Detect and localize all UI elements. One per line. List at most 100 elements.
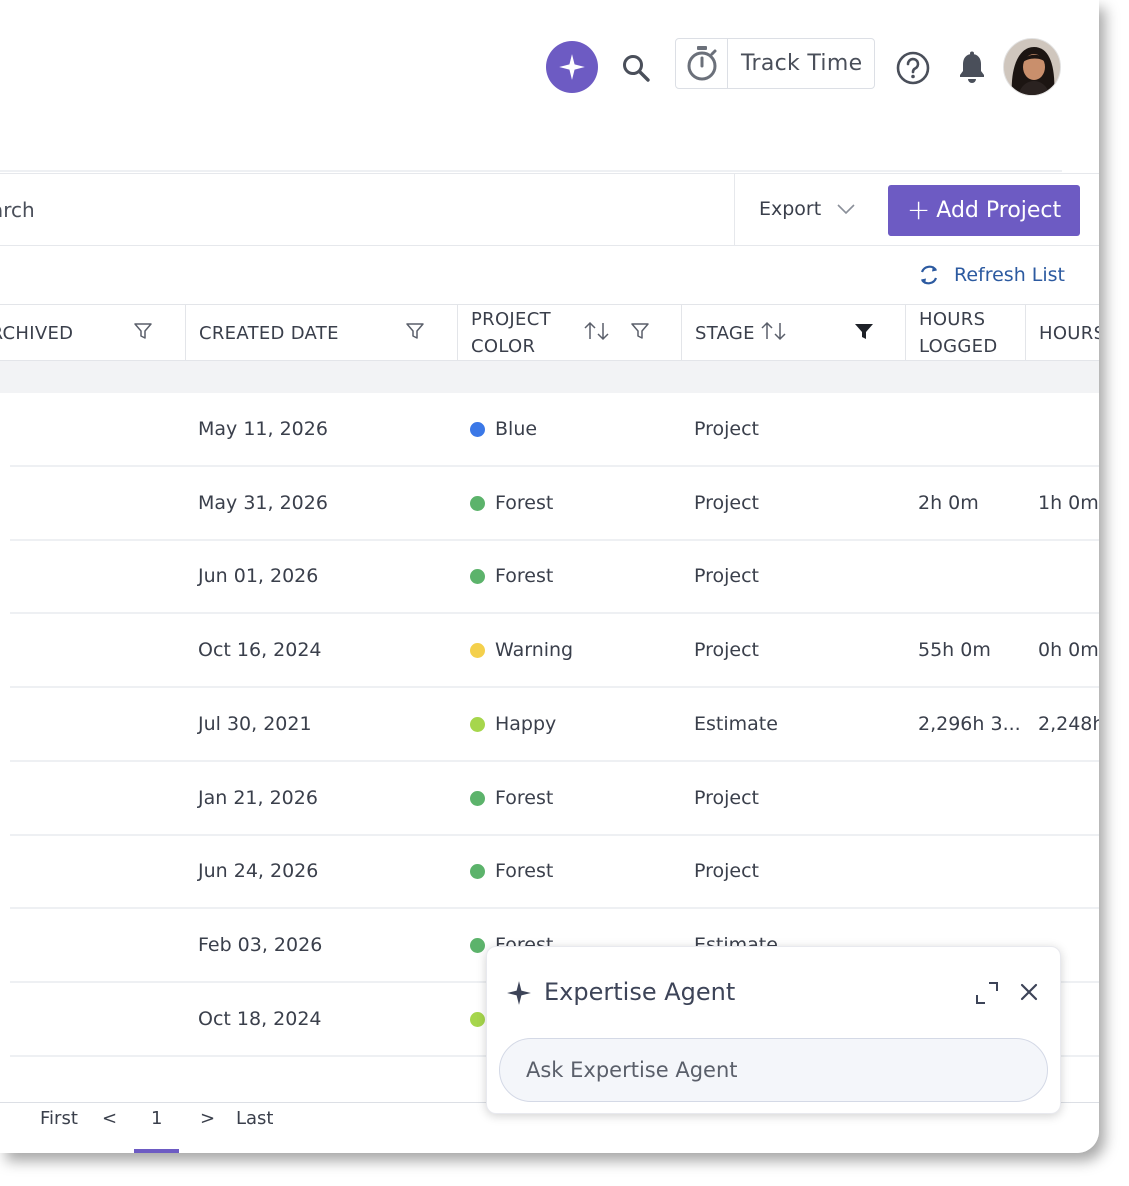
add-project-button[interactable]: + Add Project <box>888 185 1080 236</box>
table-row[interactable]: Oct 16, 2024 Warning Project 55h 0m 0h 0m <box>10 614 1099 688</box>
cell-hours-logged: 55h 0m <box>918 614 991 686</box>
table-group-band <box>0 361 1099 393</box>
cell-stage-text: Project <box>694 492 760 514</box>
cell-hours: 2,248h <box>1038 688 1099 760</box>
agent-title: Expertise Agent <box>544 978 736 1006</box>
table-row[interactable]: Jul 30, 2021 Happy Estimate 2,296h 3... 2,24… <box>10 688 1099 762</box>
column-hours-logged-line2: LOGGED <box>919 336 998 357</box>
cell-created-date-text: Jun 01, 2026 <box>198 565 319 587</box>
cell-created-date-text: May 31, 2026 <box>198 492 328 514</box>
column-stage-label: STAGE <box>695 322 755 344</box>
search-icon <box>623 55 650 82</box>
cell-created-date: Jun 24, 2026 <box>198 835 318 907</box>
refresh-icon <box>920 265 938 285</box>
track-time-label: Track Time <box>741 51 863 76</box>
cell-project-color: Forest <box>470 762 553 834</box>
cell-project-color-text: Warning <box>495 639 574 661</box>
column-hours[interactable]: HOURS <box>1025 305 1099 361</box>
color-swatch <box>470 716 485 732</box>
table-row[interactable]: Jun 24, 2026 Forest Project <box>10 835 1099 909</box>
cell-stage-text: Project <box>694 418 760 440</box>
color-swatch <box>470 568 485 584</box>
plus-icon: + <box>906 192 931 226</box>
search-field <box>0 174 735 246</box>
cell-stage: Project <box>694 835 759 907</box>
cell-hours-logged-text: 55h 0m <box>918 639 991 661</box>
pager-page-current[interactable]: 1 <box>151 1108 162 1129</box>
cell-stage-text: Estimate <box>694 713 778 735</box>
refresh-list-button[interactable]: Refresh List <box>918 263 1065 287</box>
table-row[interactable]: Jun 01, 2026 Forest Project <box>10 540 1099 614</box>
column-created-date[interactable]: CREATED DATE <box>185 305 457 361</box>
cell-created-date: Jun 01, 2026 <box>198 540 318 612</box>
table-row[interactable]: May 11, 2026 Blue Project <box>10 393 1099 467</box>
color-swatch <box>470 863 485 879</box>
cell-project-color-text: Forest <box>495 492 554 514</box>
cell-stage-text: Project <box>694 639 760 661</box>
column-stage[interactable]: STAGE <box>681 305 905 361</box>
column-project-color[interactable]: PROJECT COLOR <box>457 305 681 361</box>
cell-project-color: Warning <box>470 614 573 686</box>
cell-created-date: May 11, 2026 <box>198 393 328 465</box>
sort-icon[interactable] <box>583 321 611 341</box>
cell-project-color: Forest <box>470 467 553 539</box>
cell-created-date-text: May 11, 2026 <box>198 418 328 440</box>
pager-first[interactable]: First <box>40 1108 78 1129</box>
cell-project-color: Happy <box>470 688 556 760</box>
column-project-color-line2: COLOR <box>471 336 536 357</box>
expand-icon[interactable] <box>974 980 1000 1006</box>
user-avatar[interactable] <box>1003 38 1061 96</box>
ai-assistant-button[interactable] <box>546 41 598 93</box>
stopwatch-icon <box>676 39 728 88</box>
column-project-color-line1: PROJECT <box>471 309 551 330</box>
column-hours-label: HOURS <box>1039 322 1099 344</box>
cell-created-date-text: Jan 21, 2026 <box>198 787 318 809</box>
bell-icon <box>960 51 984 83</box>
notifications-button[interactable] <box>953 49 991 87</box>
filter-icon[interactable] <box>405 321 425 341</box>
track-time-button[interactable]: Track Time <box>675 38 875 89</box>
cell-hours-text: 1h 0m <box>1038 492 1099 514</box>
close-icon[interactable] <box>1017 980 1041 1004</box>
column-hours-logged-line1: HOURS <box>919 309 986 330</box>
filter-active-icon[interactable] <box>854 321 874 341</box>
table-row[interactable]: Jan 21, 2026 Forest Project <box>10 762 1099 836</box>
column-archived-label: ARCHIVED <box>0 322 74 344</box>
cell-hours-text: 0h 0m <box>1038 639 1099 661</box>
cell-stage: Project <box>694 762 759 834</box>
column-hours-logged[interactable]: HOURS LOGGED <box>905 305 1025 361</box>
agent-input[interactable] <box>500 1039 1047 1101</box>
filter-icon[interactable] <box>133 321 153 341</box>
search-input[interactable] <box>0 174 734 246</box>
cell-stage-text: Project <box>694 565 760 587</box>
pager-active-indicator <box>134 1149 179 1153</box>
color-swatch <box>470 642 485 658</box>
cell-project-color: Blue <box>470 393 537 465</box>
column-hours-logged-label: HOURS LOGGED <box>919 306 998 360</box>
cell-hours-logged: 2h 0m <box>918 467 979 539</box>
pager-next[interactable]: > <box>200 1108 215 1129</box>
pager-last[interactable]: Last <box>236 1108 274 1129</box>
cell-stage: Project <box>694 540 759 612</box>
cell-created-date: Jul 30, 2021 <box>198 688 312 760</box>
export-dropdown[interactable]: Export <box>759 198 855 220</box>
avatar-image <box>1004 39 1060 95</box>
filter-icon[interactable] <box>630 321 650 341</box>
column-archived[interactable]: ARCHIVED <box>0 305 185 361</box>
expertise-agent-panel: Expertise Agent <box>486 946 1061 1114</box>
cell-created-date: Feb 03, 2026 <box>198 909 322 981</box>
chevron-down-icon <box>837 204 855 215</box>
pager-prev[interactable]: < <box>102 1108 117 1129</box>
cell-hours-text: 2,248h <box>1038 713 1099 735</box>
help-button[interactable] <box>894 49 932 87</box>
sort-icon[interactable] <box>760 321 788 341</box>
table-row[interactable]: May 31, 2026 Forest Project 2h 0m 1h 0m <box>10 467 1099 541</box>
cell-project-color: Forest <box>470 540 553 612</box>
cell-created-date: Jan 21, 2026 <box>198 762 318 834</box>
sparkle-icon <box>507 981 531 1005</box>
search-button[interactable] <box>616 48 656 88</box>
column-created-date-label: CREATED DATE <box>199 322 339 344</box>
refresh-list-label: Refresh List <box>954 264 1066 286</box>
export-label: Export <box>759 198 822 220</box>
cell-project-color: Forest <box>470 835 553 907</box>
